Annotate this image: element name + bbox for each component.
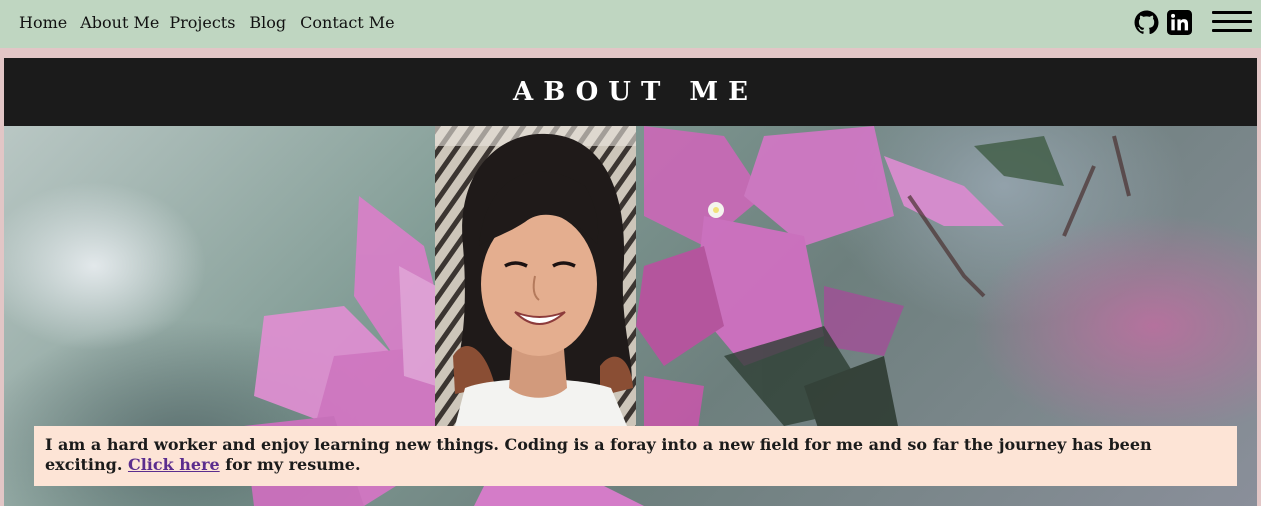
section-header: ABOUT ME bbox=[4, 58, 1257, 126]
nav-link-home[interactable]: Home bbox=[19, 12, 67, 34]
intro-card: I am a hard worker and enjoy learning ne… bbox=[34, 426, 1237, 486]
nav-links: Home About Me Projects Blog Contact Me bbox=[19, 12, 408, 34]
hamburger-line bbox=[1212, 20, 1252, 23]
hamburger-line bbox=[1212, 29, 1252, 32]
resume-link[interactable]: Click here bbox=[128, 455, 220, 474]
profile-photo bbox=[435, 126, 636, 426]
intro-text-end: for my resume. bbox=[219, 455, 361, 474]
nav-link-contact-me[interactable]: Contact Me bbox=[300, 12, 394, 34]
github-icon[interactable] bbox=[1134, 10, 1159, 39]
navbar: Home About Me Projects Blog Contact Me bbox=[0, 0, 1261, 48]
section-title: ABOUT ME bbox=[513, 77, 758, 107]
nav-link-projects[interactable]: Projects bbox=[169, 12, 235, 34]
hamburger-line bbox=[1212, 11, 1252, 14]
nav-link-about-me[interactable]: About Me bbox=[80, 12, 159, 34]
hamburger-menu-icon[interactable] bbox=[1212, 11, 1252, 33]
nav-link-blog[interactable]: Blog bbox=[249, 12, 286, 34]
linkedin-icon[interactable] bbox=[1167, 10, 1192, 39]
